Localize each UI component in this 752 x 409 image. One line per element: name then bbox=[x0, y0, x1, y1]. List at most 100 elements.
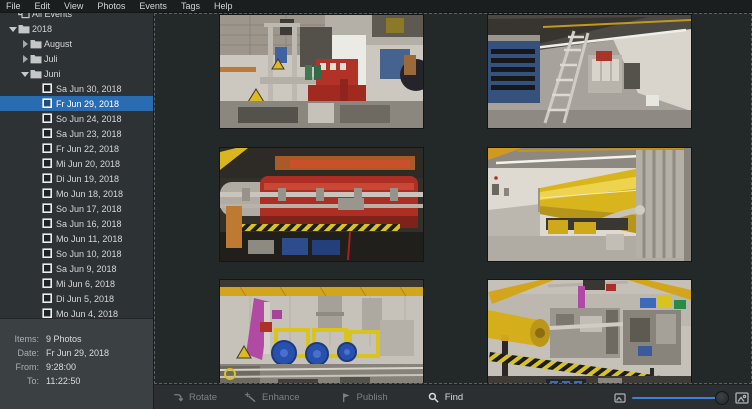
menu-file[interactable]: File bbox=[0, 0, 28, 12]
info-date-value: Fr Jun 29, 2018 bbox=[46, 348, 147, 358]
photo-thumbnail-4[interactable] bbox=[488, 148, 691, 261]
menu-edit[interactable]: Edit bbox=[28, 0, 58, 12]
tree-item-label: Juni bbox=[43, 69, 61, 79]
bottom-toolbar: Rotate Enhance Publish Find bbox=[154, 384, 752, 409]
tree-item-label: Fr Jun 22, 2018 bbox=[55, 144, 119, 154]
tree-item-label: Sa Jun 23, 2018 bbox=[55, 129, 122, 139]
photo-thumbnail-6[interactable] bbox=[488, 280, 691, 384]
event-icon bbox=[42, 293, 55, 304]
zoom-slider-handle[interactable] bbox=[715, 391, 729, 405]
publish-button[interactable]: Publish bbox=[331, 385, 397, 409]
sidebar-item-event[interactable]: Sa Jun 23, 2018 bbox=[0, 126, 153, 141]
sidebar-item-event[interactable]: Mo Jun 18, 2018 bbox=[0, 186, 153, 201]
event-icon bbox=[42, 263, 55, 274]
sidebar-event-tree: All Events 2018 August bbox=[0, 13, 153, 409]
sidebar-item-juli[interactable]: Juli bbox=[0, 51, 153, 66]
zoom-slider[interactable] bbox=[632, 391, 729, 405]
expander-closed-icon[interactable] bbox=[20, 39, 30, 49]
zoom-out-photo-icon bbox=[614, 392, 626, 404]
sidebar-item-event[interactable]: Mi Jun 20, 2018 bbox=[0, 156, 153, 171]
sidebar-item-event[interactable]: So Jun 24, 2018 bbox=[0, 111, 153, 126]
sidebar-item-event[interactable]: Fr Jun 22, 2018 bbox=[0, 141, 153, 156]
event-icon bbox=[42, 173, 55, 184]
sidebar-item-event[interactable]: Mo Jun 11, 2018 bbox=[0, 231, 153, 246]
expander-open-icon[interactable] bbox=[8, 24, 18, 34]
menu-photos[interactable]: Photos bbox=[90, 0, 132, 12]
sidebar-item-event[interactable]: So Jun 10, 2018 bbox=[0, 246, 153, 261]
enhance-button[interactable]: Enhance bbox=[236, 385, 309, 409]
expander-spacer bbox=[32, 159, 42, 169]
info-key: Date: bbox=[6, 348, 39, 358]
expander-open-icon[interactable] bbox=[20, 69, 30, 79]
photo-thumbnail-5[interactable] bbox=[220, 280, 423, 384]
find-label: Find bbox=[445, 392, 463, 403]
thumbnail-grid-viewport[interactable] bbox=[154, 13, 752, 384]
expander-spacer bbox=[8, 13, 18, 19]
photo-thumbnail-2[interactable] bbox=[488, 15, 691, 128]
expander-spacer bbox=[32, 264, 42, 274]
photo-manager-window: File Edit View Photos Events Tags Help A… bbox=[0, 0, 752, 409]
rotate-button[interactable]: Rotate bbox=[163, 385, 226, 409]
sidebar-item-2018[interactable]: 2018 bbox=[0, 21, 153, 36]
tree-item-label: Mi Jun 20, 2018 bbox=[55, 159, 120, 169]
tree-item-label: Mi Jun 6, 2018 bbox=[55, 279, 115, 289]
sidebar-item-event[interactable]: Di Jun 5, 2018 bbox=[0, 291, 153, 306]
expander-spacer bbox=[32, 294, 42, 304]
event-tree: All Events 2018 August bbox=[0, 13, 153, 321]
sidebar-item-august[interactable]: August bbox=[0, 36, 153, 51]
event-icon bbox=[42, 278, 55, 289]
thumbnail-zoom-control bbox=[614, 385, 749, 409]
photo-thumbnail-3[interactable] bbox=[220, 148, 423, 261]
expander-spacer bbox=[32, 84, 42, 94]
sidebar-item-all-events[interactable]: All Events bbox=[0, 13, 153, 21]
info-to-value: 11:22:50 bbox=[46, 376, 147, 386]
menu-tags[interactable]: Tags bbox=[174, 0, 207, 12]
tree-item-label: Mo Jun 18, 2018 bbox=[55, 189, 123, 199]
info-key: Items: bbox=[6, 334, 39, 344]
expander-spacer bbox=[32, 189, 42, 199]
event-icon bbox=[42, 248, 55, 259]
expander-closed-icon[interactable] bbox=[20, 54, 30, 64]
sidebar-item-event[interactable]: Sa Jun 16, 2018 bbox=[0, 216, 153, 231]
sidebar-item-event[interactable]: Sa Jun 9, 2018 bbox=[0, 261, 153, 276]
all-events-icon bbox=[18, 13, 31, 19]
event-icon bbox=[42, 233, 55, 244]
publish-label: Publish bbox=[357, 392, 388, 403]
menu-events[interactable]: Events bbox=[132, 0, 174, 12]
event-icon bbox=[42, 158, 55, 169]
sidebar-item-event[interactable]: Mi Jun 6, 2018 bbox=[0, 276, 153, 291]
tree-item-label: Mo Jun 4, 2018 bbox=[55, 309, 118, 319]
sidebar-item-juni[interactable]: Juni bbox=[0, 66, 153, 81]
expander-spacer bbox=[32, 114, 42, 124]
sidebar-item-event[interactable]: Sa Jun 30, 2018 bbox=[0, 81, 153, 96]
folder-icon bbox=[30, 68, 43, 79]
info-items-value: 9 Photos bbox=[46, 334, 147, 344]
sidebar-item-event-selected[interactable]: Fr Jun 29, 2018 bbox=[0, 96, 153, 111]
folder-icon bbox=[30, 38, 43, 49]
expander-spacer bbox=[32, 249, 42, 259]
expander-spacer bbox=[32, 309, 42, 319]
enhance-icon bbox=[245, 392, 256, 403]
event-icon bbox=[42, 113, 55, 124]
folder-icon bbox=[18, 23, 31, 34]
tree-item-label: Sa Jun 30, 2018 bbox=[55, 84, 122, 94]
tree-item-label: Juli bbox=[43, 54, 58, 64]
find-button[interactable]: Find bbox=[419, 385, 472, 409]
expander-spacer bbox=[32, 234, 42, 244]
menu-view[interactable]: View bbox=[57, 0, 90, 12]
sidebar-item-event[interactable]: Di Jun 19, 2018 bbox=[0, 171, 153, 186]
expander-spacer bbox=[32, 174, 42, 184]
event-icon bbox=[42, 143, 55, 154]
photo-thumbnail-1[interactable] bbox=[220, 15, 423, 128]
tree-item-label: Fr Jun 29, 2018 bbox=[55, 99, 119, 109]
event-info-panel: Items:9 Photos Date:Fr Jun 29, 2018 From… bbox=[0, 318, 153, 409]
event-icon bbox=[42, 83, 55, 94]
menu-help[interactable]: Help bbox=[207, 0, 240, 12]
event-icon bbox=[42, 203, 55, 214]
sidebar-item-event[interactable]: So Jun 17, 2018 bbox=[0, 201, 153, 216]
info-key: To: bbox=[6, 376, 39, 386]
find-icon bbox=[428, 392, 439, 403]
zoom-in-photo-icon bbox=[735, 391, 749, 405]
tree-item-label: So Jun 24, 2018 bbox=[55, 114, 122, 124]
tree-item-label: So Jun 10, 2018 bbox=[55, 249, 122, 259]
